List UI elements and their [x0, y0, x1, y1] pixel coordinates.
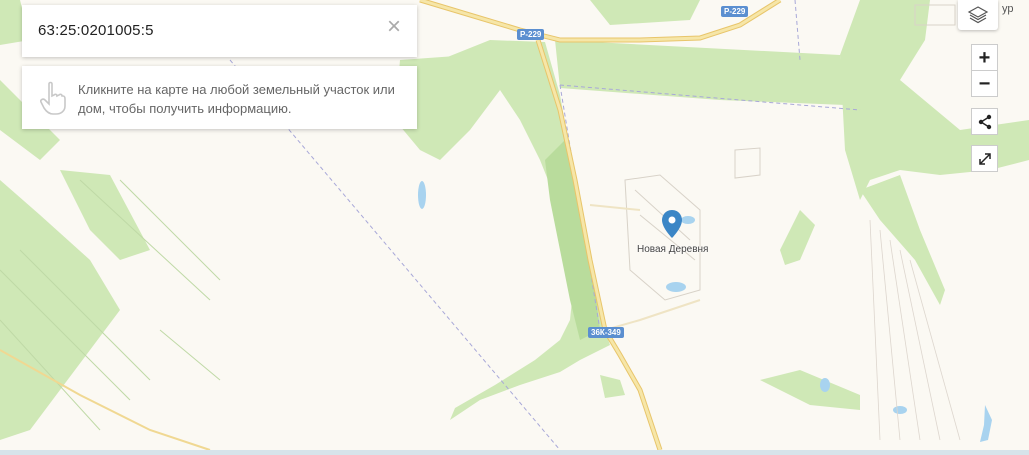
expand-icon — [978, 152, 991, 165]
road-label-36k349: 36К-349 — [588, 327, 624, 338]
share-icon — [978, 114, 991, 129]
road-label-r229: Р-229 — [517, 29, 545, 40]
close-icon[interactable]: × — [387, 15, 401, 39]
hint-panel: Кликните на карте на любой земельный уча… — [22, 66, 417, 129]
zoom-in-button[interactable]: + — [971, 44, 998, 71]
hand-pointer-icon — [40, 81, 66, 115]
bottom-strip — [0, 450, 1029, 455]
share-button[interactable] — [971, 108, 998, 135]
water-body — [893, 406, 907, 414]
fullscreen-button[interactable] — [971, 145, 998, 172]
layers-icon — [967, 6, 989, 24]
zoom-out-button[interactable]: − — [971, 70, 998, 97]
plus-icon: + — [978, 46, 991, 69]
minus-icon: − — [978, 72, 991, 95]
water-body — [666, 282, 686, 292]
water-body — [418, 181, 426, 209]
map-edge-label: ур — [1002, 3, 1014, 15]
road-label-r229: Р-229 — [721, 6, 749, 17]
hint-text: Кликните на карте на любой земельный уча… — [78, 82, 395, 116]
cadastral-number[interactable]: 63:25:0201005:5 — [38, 22, 154, 39]
water-body — [681, 216, 695, 224]
layers-button[interactable] — [958, 0, 998, 30]
place-label: Новая Деревня — [637, 244, 709, 255]
water-body — [820, 378, 830, 392]
cadastral-search-panel: 63:25:0201005:5 × — [22, 5, 417, 57]
